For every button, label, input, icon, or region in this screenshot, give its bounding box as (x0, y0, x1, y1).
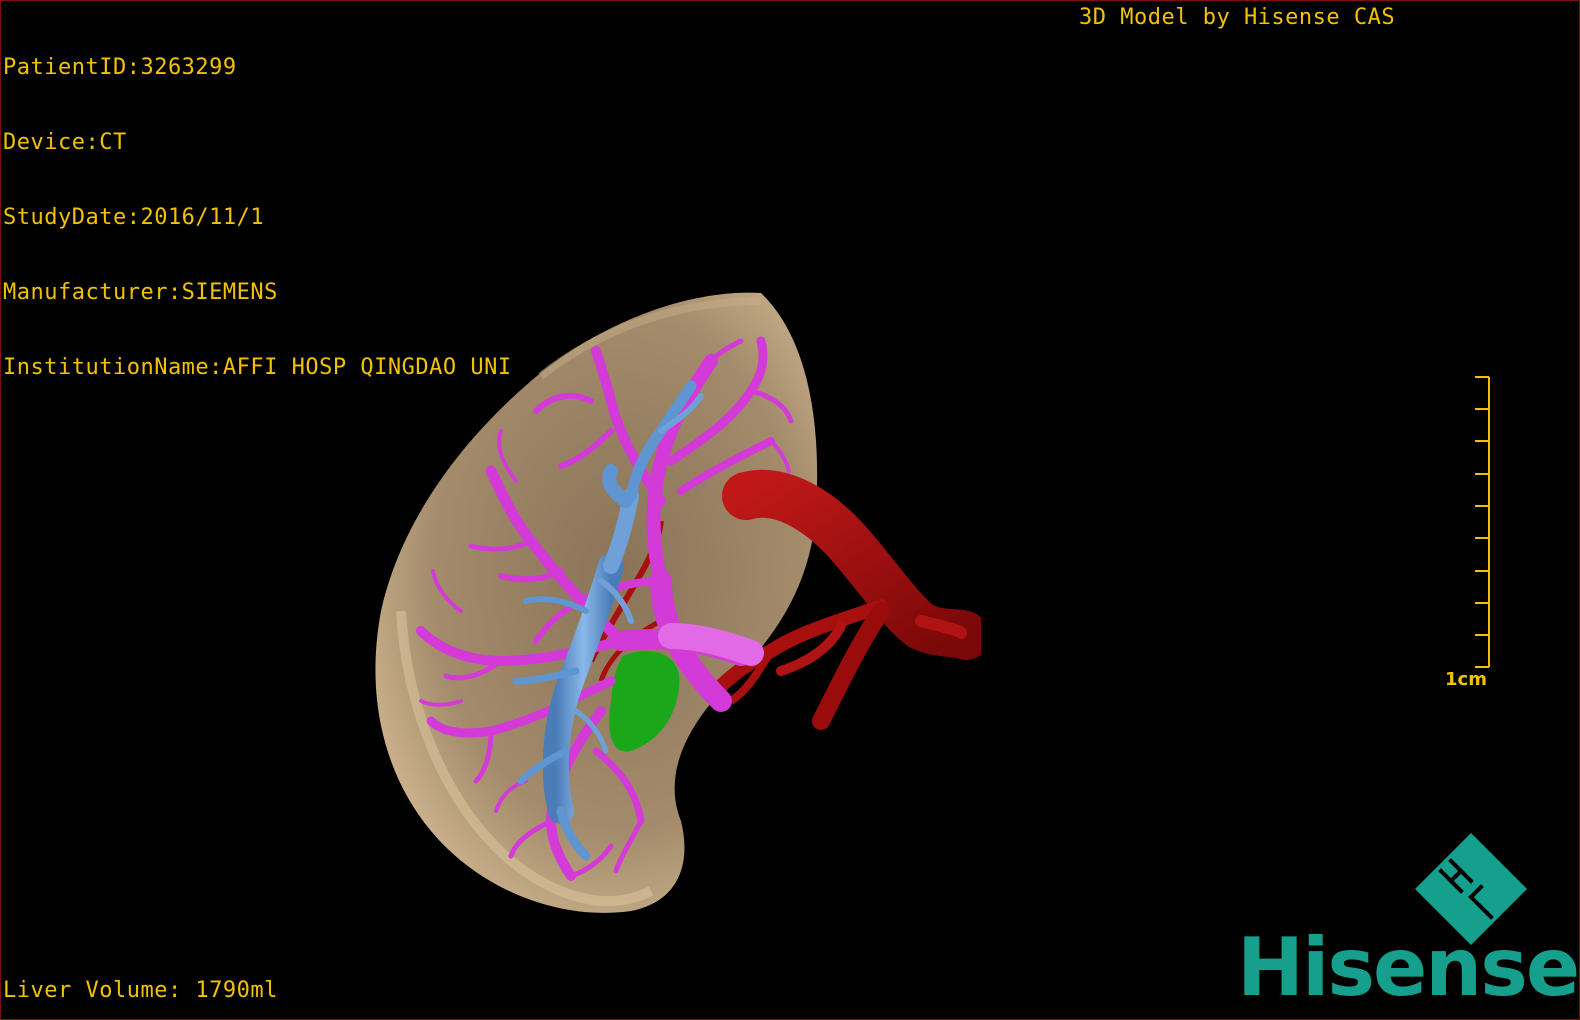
3d-viewport[interactable]: PatientID:3263299 Device:CT StudyDate:20… (0, 0, 1580, 1020)
study-date-text: StudyDate:2016/11/1 (3, 205, 265, 230)
scale-label: 1cm (1445, 669, 1487, 690)
liver-3d-model[interactable] (361, 281, 981, 931)
device-text: Device:CT (3, 130, 127, 155)
patient-id-text: PatientID:3263299 (3, 55, 237, 80)
hisense-wordmark: Hisense (1237, 921, 1579, 1014)
brand-caption: 3D Model by Hisense CAS (1079, 5, 1396, 30)
liver-volume-readout: Liver Volume: 1790ml (3, 978, 278, 1003)
scale-bar (1475, 376, 1490, 668)
